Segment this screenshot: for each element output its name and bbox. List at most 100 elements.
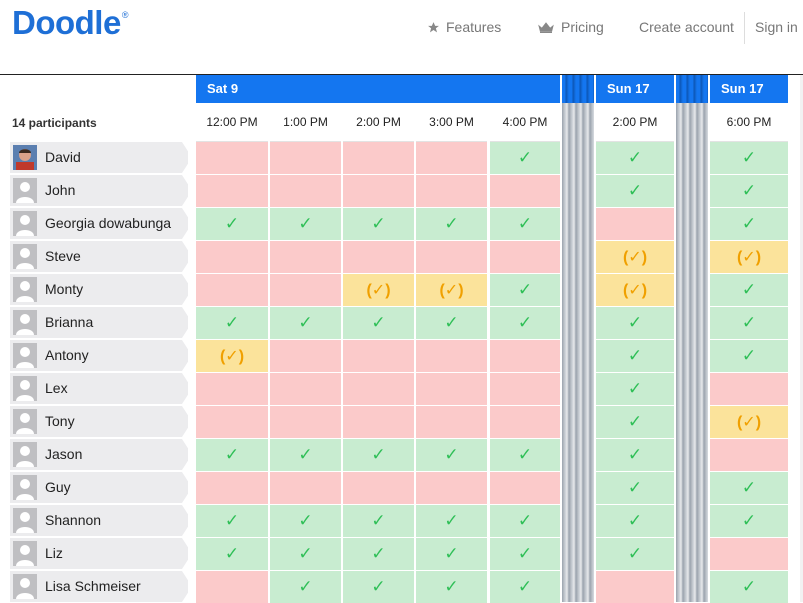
vote-cell-yes: ✓ bbox=[270, 307, 341, 339]
vote-cell-no bbox=[343, 241, 414, 273]
avatar bbox=[13, 442, 37, 467]
vote-cell-yes: ✓ bbox=[710, 208, 788, 240]
vote-cell-no bbox=[710, 538, 788, 570]
vote-cell-yes: ✓ bbox=[196, 505, 268, 537]
vote-cell-yes: ✓ bbox=[490, 538, 560, 570]
vote-cell-no bbox=[416, 340, 487, 372]
vote-cell-no bbox=[270, 406, 341, 438]
time-slot-header: 1:00 PM bbox=[270, 103, 341, 142]
time-slot-header: 4:00 PM bbox=[490, 103, 560, 142]
vote-cell-no bbox=[196, 274, 268, 306]
avatar bbox=[13, 541, 37, 566]
check-icon: ✓ bbox=[371, 313, 386, 332]
vote-cell-no bbox=[416, 241, 487, 273]
participant-row-label[interactable]: Antony bbox=[10, 340, 192, 371]
participant-row-label[interactable]: John bbox=[10, 175, 192, 206]
participant-row-label[interactable]: Lisa Schmeiser bbox=[10, 571, 192, 602]
vote-cell-no bbox=[343, 472, 414, 504]
check-icon: ✓ bbox=[627, 346, 643, 365]
date-header: Sun 17 bbox=[710, 75, 788, 103]
vote-cell-maybe: (✓) bbox=[416, 274, 487, 306]
vote-cell-yes: ✓ bbox=[490, 274, 560, 306]
avatar bbox=[13, 145, 37, 170]
vote-cell-yes: ✓ bbox=[196, 208, 268, 240]
vote-cell-maybe: (✓) bbox=[596, 241, 674, 273]
participant-row-label[interactable]: Shannon bbox=[10, 505, 192, 536]
check-icon: ✓ bbox=[444, 544, 459, 563]
participant-row-label[interactable]: Liz bbox=[10, 538, 192, 569]
vote-cell-no bbox=[416, 472, 487, 504]
check-icon: ✓ bbox=[517, 544, 533, 563]
vote-cell-yes: ✓ bbox=[596, 340, 674, 372]
check-icon: ✓ bbox=[371, 214, 386, 233]
vote-cell-yes: ✓ bbox=[343, 208, 414, 240]
participant-row-label[interactable]: Jason bbox=[10, 439, 192, 470]
participant-row-label[interactable]: Georgia dowabunga bbox=[10, 208, 192, 239]
vote-cell-yes: ✓ bbox=[416, 571, 487, 603]
participant-row-label[interactable]: Monty bbox=[10, 274, 192, 305]
vote-cell-yes: ✓ bbox=[596, 175, 674, 207]
participant-name: Shannon bbox=[45, 512, 102, 528]
nav-sign-in[interactable]: Sign in bbox=[755, 19, 798, 35]
vote-cell-yes: ✓ bbox=[343, 439, 414, 471]
nav-create-account[interactable]: Create account bbox=[639, 19, 734, 35]
vote-cell-yes: ✓ bbox=[710, 142, 788, 174]
participant-row-label[interactable]: Brianna bbox=[10, 307, 192, 338]
vote-cell-no bbox=[710, 439, 788, 471]
check-icon: ✓ bbox=[741, 214, 757, 233]
date-header: Sun 17 bbox=[596, 75, 674, 103]
vote-cell-yes: ✓ bbox=[416, 439, 487, 471]
vote-cell-no bbox=[343, 340, 414, 372]
check-icon: ✓ bbox=[627, 445, 643, 464]
check-icon: ✓ bbox=[444, 313, 459, 332]
check-icon: ✓ bbox=[627, 148, 643, 167]
participant-row-label[interactable]: Tony bbox=[10, 406, 192, 437]
participant-name: Brianna bbox=[45, 314, 94, 330]
participant-name: Monty bbox=[45, 281, 84, 297]
vote-cell-yes: ✓ bbox=[416, 307, 487, 339]
vote-cell-yes: ✓ bbox=[343, 505, 414, 537]
nav-pricing[interactable]: Pricing bbox=[537, 19, 604, 35]
vote-cell-yes: ✓ bbox=[270, 208, 341, 240]
vote-cell-yes: ✓ bbox=[270, 439, 341, 471]
time-slot-header: 6:00 PM bbox=[710, 103, 788, 142]
vote-cell-no bbox=[196, 472, 268, 504]
vote-cell-yes: ✓ bbox=[270, 571, 341, 603]
date-label: Sat 9 bbox=[207, 81, 239, 96]
time-slot-header: 2:00 PM bbox=[343, 103, 414, 142]
vote-cell-no bbox=[270, 340, 341, 372]
vote-cell-no bbox=[490, 175, 560, 207]
vote-cell-yes: ✓ bbox=[416, 505, 487, 537]
nav-features[interactable]: Features bbox=[427, 19, 501, 35]
check-icon: ✓ bbox=[224, 511, 240, 530]
participant-row-label[interactable]: Guy bbox=[10, 472, 192, 503]
participant-name: David bbox=[45, 149, 81, 165]
check-icon: ✓ bbox=[371, 511, 386, 530]
participant-row-label[interactable]: Lex bbox=[10, 373, 192, 404]
avatar bbox=[13, 508, 37, 533]
check-icon: ✓ bbox=[741, 511, 757, 530]
participants-count: 14 participants bbox=[12, 116, 97, 130]
registered-mark: ® bbox=[121, 10, 129, 20]
vote-cell-no bbox=[270, 241, 341, 273]
vote-cell-no bbox=[196, 571, 268, 603]
vote-cell-yes: ✓ bbox=[416, 208, 487, 240]
vote-cell-yes: ✓ bbox=[596, 406, 674, 438]
date-label: Sun 17 bbox=[721, 81, 764, 96]
vote-cell-yes: ✓ bbox=[270, 538, 341, 570]
participant-name: Guy bbox=[45, 479, 71, 495]
vote-cell-maybe: (✓) bbox=[710, 406, 788, 438]
check-icon: ✓ bbox=[298, 577, 313, 596]
vote-cell-no bbox=[710, 373, 788, 405]
participant-row-label[interactable]: Steve bbox=[10, 241, 192, 272]
vote-cell-maybe: (✓) bbox=[343, 274, 414, 306]
vote-cell-maybe: (✓) bbox=[596, 274, 674, 306]
vote-cell-yes: ✓ bbox=[270, 505, 341, 537]
check-icon: ✓ bbox=[627, 313, 643, 332]
participant-row-label[interactable]: David bbox=[10, 142, 192, 173]
check-icon: ✓ bbox=[224, 313, 240, 332]
check-icon: ✓ bbox=[517, 313, 533, 332]
doodle-logo[interactable]: Doodle® bbox=[12, 4, 128, 42]
vote-cell-no bbox=[490, 373, 560, 405]
nav-features-label: Features bbox=[446, 19, 502, 35]
